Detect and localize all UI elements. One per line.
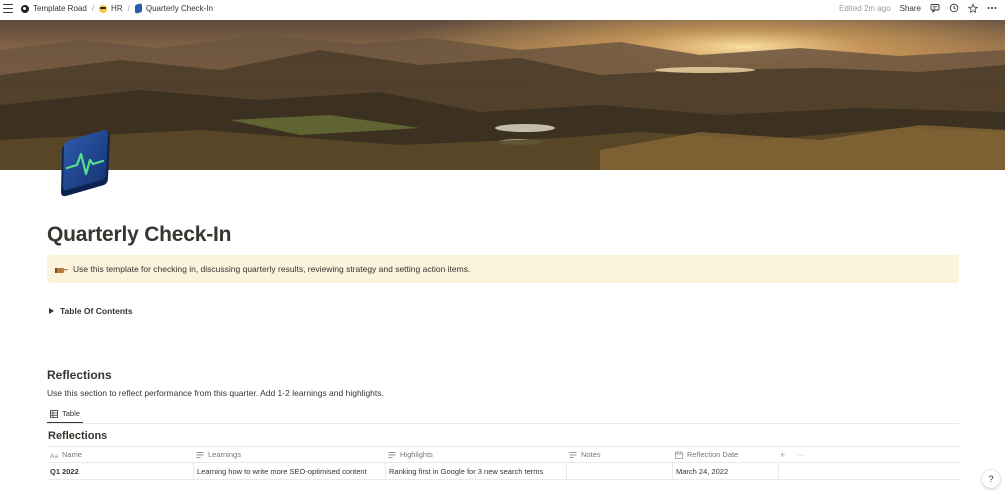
column-header-highlights[interactable]: Highlights	[385, 447, 566, 462]
help-button[interactable]: ?	[982, 470, 1000, 488]
breadcrumb-item-quarterly-check-in[interactable]: Quarterly Check-In	[134, 3, 213, 14]
text-aa-icon: Aa	[50, 451, 58, 460]
column-label: Learnings	[208, 450, 241, 459]
callout-block[interactable]: Use this template for checking in, discu…	[47, 255, 959, 283]
add-column-button[interactable]: +	[780, 450, 785, 460]
share-button[interactable]: Share	[900, 4, 921, 13]
sunglasses-face-icon	[99, 4, 108, 13]
section-description[interactable]: Use this section to reflect performance …	[47, 388, 384, 398]
table-icon	[50, 409, 58, 418]
text-lines-icon	[388, 451, 396, 459]
page-mini-icon	[134, 3, 142, 14]
view-divider	[47, 423, 959, 424]
more-options-button[interactable]: ···	[797, 450, 805, 459]
cell-highlights[interactable]: Ranking first in Google for 3 new search…	[385, 463, 566, 479]
cell-name[interactable]: Q1 2022	[47, 463, 193, 479]
toggle-arrow-icon[interactable]	[49, 308, 54, 314]
breadcrumb-separator: /	[127, 4, 130, 13]
cell-empty	[778, 463, 808, 479]
section-heading[interactable]: Reflections	[47, 368, 112, 382]
column-label: Highlights	[400, 450, 433, 459]
text-lines-icon	[196, 451, 204, 459]
column-header-reflection-date[interactable]: Reflection Date	[672, 447, 778, 462]
cell-learnings[interactable]: Learning how to write more SEO-optimised…	[193, 463, 385, 479]
reflections-table: Aa Name Learnings Highlights Notes Refle…	[47, 446, 960, 480]
cell-reflection-date[interactable]: March 24, 2022	[672, 463, 778, 479]
page-title[interactable]: Quarterly Check-In	[47, 223, 231, 247]
cell-notes[interactable]	[566, 463, 672, 479]
cover-image	[0, 20, 1005, 170]
calendar-icon	[675, 450, 683, 459]
table-header: Aa Name Learnings Highlights Notes Refle…	[47, 446, 960, 463]
breadcrumb-label: HR	[111, 4, 123, 13]
column-actions: + ···	[778, 447, 808, 462]
comment-icon[interactable]	[930, 3, 940, 13]
view-tab-table[interactable]: Table	[47, 405, 83, 423]
breadcrumb-item-template-road[interactable]: Template Road	[21, 4, 87, 13]
clock-icon[interactable]	[949, 3, 959, 13]
table-row[interactable]: Q1 2022 Learning how to write more SEO-o…	[47, 463, 960, 480]
column-header-name[interactable]: Aa Name	[47, 447, 193, 462]
breadcrumb-item-hr[interactable]: HR	[99, 4, 123, 13]
callout-text: Use this template for checking in, discu…	[73, 264, 471, 274]
column-label: Name	[62, 450, 83, 459]
template-road-logo-icon	[21, 4, 29, 13]
text-lines-icon	[569, 451, 577, 459]
top-bar: Template Road / HR / Quarterly Check-In …	[0, 0, 1005, 18]
edited-status: Edited 2m ago	[839, 3, 891, 13]
breadcrumb-label: Template Road	[33, 4, 87, 13]
breadcrumb-separator: /	[91, 4, 95, 13]
breadcrumb-label: Quarterly Check-In	[145, 4, 213, 13]
star-icon[interactable]	[968, 2, 978, 13]
menu-icon[interactable]	[3, 4, 13, 13]
column-label: Reflection Date	[687, 450, 739, 459]
more-icon[interactable]	[987, 3, 997, 13]
breadcrumb: Template Road / HR / Quarterly Check-In	[21, 0, 213, 17]
column-label: Notes	[581, 450, 601, 459]
database-title[interactable]: Reflections	[48, 430, 107, 442]
pointing-hand-icon	[55, 265, 69, 274]
topbar-actions: Edited 2m ago Share	[839, 0, 997, 16]
column-header-learnings[interactable]: Learnings	[193, 447, 385, 462]
svg-text:Aa: Aa	[50, 452, 58, 459]
view-tab-label: Table	[62, 409, 80, 418]
column-header-notes[interactable]: Notes	[566, 447, 672, 462]
pulse-monitor-icon[interactable]	[58, 130, 112, 198]
toggle-label: Table Of Contents	[60, 306, 133, 316]
table-of-contents-toggle[interactable]: Table Of Contents	[49, 306, 133, 316]
